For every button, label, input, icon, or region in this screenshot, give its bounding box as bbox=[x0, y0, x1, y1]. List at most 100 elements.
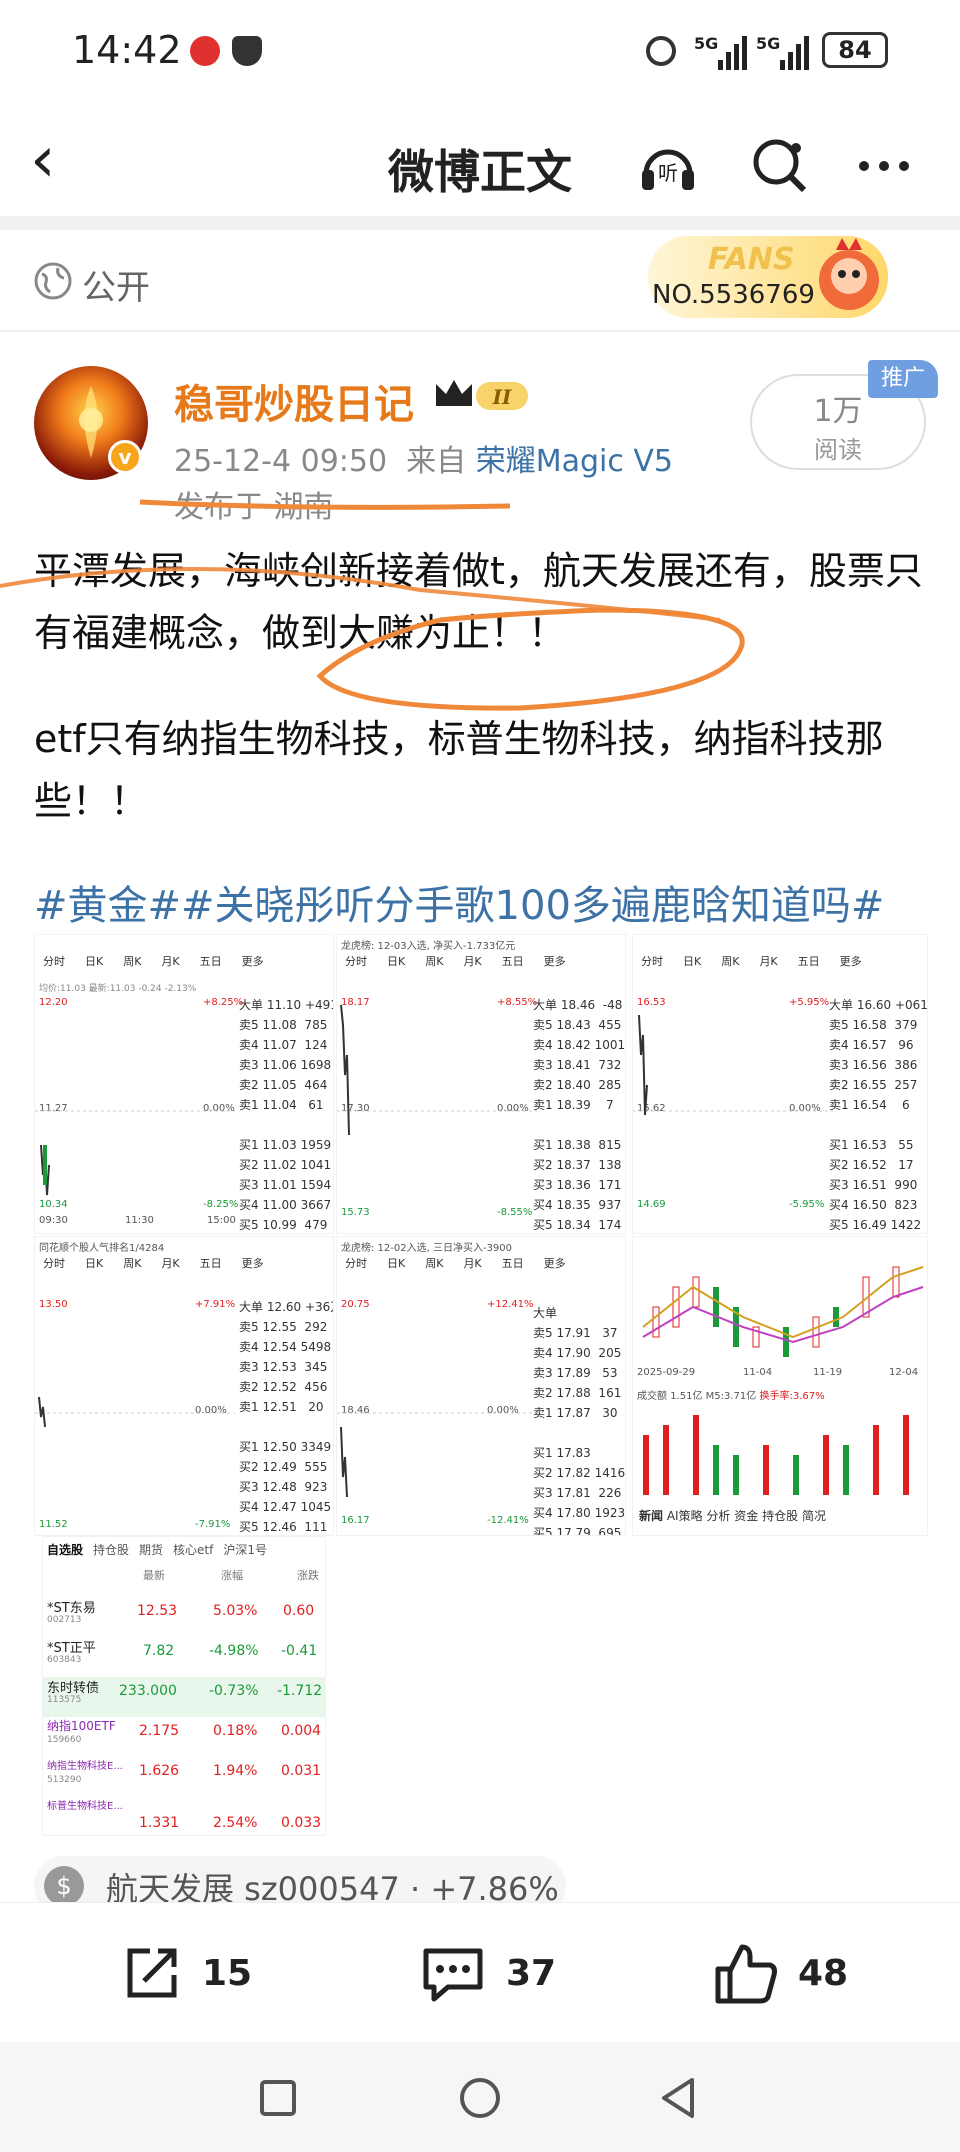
kline-chart bbox=[642, 1266, 924, 1357]
like-count: 48 bbox=[798, 1952, 849, 1994]
page-title: 微博正文 bbox=[388, 145, 572, 199]
chart-tabs: 分时 日K 周K 月K 五日 更多 bbox=[345, 1257, 566, 1270]
promo-tag[interactable]: 推广 bbox=[868, 360, 938, 398]
dragon-tiger-header: 龙虎榜: 12-02入选, 三日净买入-3900 bbox=[341, 1243, 513, 1254]
section-gap bbox=[0, 216, 960, 230]
date-1: 2025-09-29 bbox=[637, 1367, 696, 1378]
volume-legend: 成交额 1.51亿 M5:3.71亿 换手率:3.67% bbox=[637, 1391, 825, 1402]
comment-button[interactable]: 37 bbox=[418, 1941, 556, 2005]
table-row[interactable]: 纳指生物科技E... 513290 1.626 1.94% 0.031 bbox=[43, 1757, 325, 1797]
device-link[interactable]: 荣耀Magic V5 bbox=[476, 444, 673, 479]
visibility-label: 公开 bbox=[82, 268, 150, 308]
battery-indicator: 84 bbox=[822, 32, 888, 68]
dollar-icon: $ bbox=[44, 1866, 84, 1906]
level-crown-icon: II bbox=[432, 376, 532, 416]
watchlist-headers: 最新 涨幅 涨跌 bbox=[143, 1569, 319, 1582]
tab-funds: 资金 bbox=[734, 1509, 759, 1523]
watchlist-screenshot[interactable]: 自选股 持仓股 期货 核心etf 沪深1号 最新 涨幅 涨跌 *ST东易 002713 12.… bbox=[42, 1536, 326, 1836]
share-count: 15 bbox=[202, 1952, 253, 1994]
date-3: 11-19 bbox=[813, 1367, 843, 1378]
system-nav-bar bbox=[0, 2042, 960, 2152]
back-triangle-icon[interactable] bbox=[656, 2076, 700, 2120]
table-row[interactable]: 标普生物科技E... 1.331 2.54% 0.033 bbox=[43, 1797, 325, 1835]
recent-apps-icon[interactable] bbox=[258, 2078, 298, 2118]
stock-screenshot-6[interactable]: 2025-09-29 11-04 11-19 12-04 成交额 1.51亿 M… bbox=[632, 1236, 928, 1536]
reads-label: 阅读 bbox=[814, 436, 862, 464]
intraday-chart bbox=[633, 1014, 833, 1116]
top-nav: ‹ 微博正文 听 bbox=[0, 106, 960, 216]
search-icon[interactable] bbox=[748, 134, 812, 198]
alarm-icon bbox=[646, 36, 676, 66]
thumbs-up-icon bbox=[715, 1944, 777, 2004]
more-icon[interactable] bbox=[852, 134, 916, 198]
divider bbox=[0, 330, 960, 332]
order-book: 大单 18.46 -48 卖5 18.43 455 卖4 18.42 1001 … bbox=[533, 998, 626, 1232]
clock: 14:42 bbox=[72, 28, 182, 72]
app-notification-icon bbox=[190, 36, 220, 66]
intraday-chart bbox=[337, 1412, 537, 1498]
tab-news: 新闻 bbox=[639, 1509, 664, 1523]
time-mid: 11:30 bbox=[125, 1215, 154, 1226]
fans-title: FANS bbox=[708, 242, 795, 277]
level-text: II bbox=[492, 385, 512, 409]
order-book: 大单 11.10 +491 卖5 11.08 785 卖4 11.07 124 … bbox=[239, 998, 333, 1232]
tab-more: 更多 bbox=[241, 955, 264, 968]
intraday-chart bbox=[35, 1396, 235, 1428]
stock-screenshot-4[interactable]: 同花顺个股人气排名1/4284 分时 日K 周K 月K 五日 更多 13.50 +7.91… bbox=[34, 1236, 334, 1536]
pct-bottom: -7.91% bbox=[195, 1519, 231, 1530]
comment-icon bbox=[423, 1948, 483, 2002]
intraday-chart bbox=[35, 1110, 235, 1196]
chart-tabs: 分时 日K 周K 月K 五日 更多 bbox=[345, 955, 566, 968]
chart-tabs: 分时 日K 周K 月K 五日 更多 bbox=[43, 1257, 264, 1270]
verified-badge-icon: v bbox=[108, 440, 142, 474]
time-start: 09:30 bbox=[39, 1215, 68, 1226]
intraday-chart bbox=[337, 1004, 537, 1136]
time-end: 15:00 bbox=[207, 1215, 236, 1226]
comment-count: 37 bbox=[506, 1952, 557, 1994]
hashtag-link[interactable]: #黄金##关晓彤听分手歌100多遍鹿晗知道吗# bbox=[34, 876, 884, 936]
date-4: 12-04 bbox=[889, 1367, 919, 1378]
table-row[interactable]: *ST东易 002713 12.53 5.03% 0.60 bbox=[43, 1597, 325, 1637]
signal-label-1: 5G bbox=[694, 34, 719, 53]
date-2: 11-04 bbox=[743, 1367, 773, 1378]
svg-text:听: 听 bbox=[658, 161, 678, 185]
tab-ai: AI策略 bbox=[666, 1509, 703, 1523]
chart-tabs: 分时 日K 周K 月K 五日 更多 bbox=[641, 955, 862, 968]
action-bar: 15 37 48 bbox=[0, 1902, 960, 2042]
stock-screenshot-2[interactable]: 龙虎榜: 12-03入选, 净买入-1.733亿元 分时 日K 周K 月K 五日 更多 1… bbox=[336, 934, 626, 1234]
volume-chart bbox=[643, 1415, 909, 1495]
table-row[interactable]: 纳指100ETF 159660 2.175 0.18% 0.004 bbox=[43, 1717, 325, 1757]
quote-header: 均价:11.03 最新:11.03 -0.24 -2.13% bbox=[39, 984, 197, 994]
tab-analysis: 分析 bbox=[706, 1509, 731, 1523]
order-book: 大单 16.60 +061 卖5 16.58 379 卖4 16.57 96 卖… bbox=[829, 998, 928, 1232]
signal-label-2: 5G bbox=[756, 34, 781, 53]
stock-screenshot-5[interactable]: 龙虎榜: 12-02入选, 三日净买入-3900 分时 日K 周K 月K 五日 更多 20… bbox=[336, 1236, 626, 1536]
status-bar: 14:42 5G 5G 84 bbox=[0, 0, 960, 106]
fans-number: NO.5536769 bbox=[652, 280, 815, 310]
share-button[interactable]: 15 bbox=[120, 1941, 252, 2005]
tab-month: 月K bbox=[161, 955, 180, 968]
stock-screenshot-1[interactable]: 分时 日K 周K 月K 五日 更多 均价:11.03 最新:11.03 -0.24 -2.… bbox=[34, 934, 334, 1234]
tab-day: 日K bbox=[85, 955, 104, 968]
chart-tabs: 分时 日K 周K 月K 五日 更多 bbox=[35, 953, 333, 977]
post-paragraph-1: 平潭发展，海峡创新接着做t，航天发展还有，股票只有福建概念，做到大赚为止！！ bbox=[34, 549, 923, 655]
stock-detail-tabs: 新闻 AI策略 分析 资金 持仓股 简况 bbox=[633, 1507, 927, 1535]
post-location: 发布于 湖南 bbox=[174, 490, 334, 525]
tab-holdings: 持仓股 bbox=[762, 1509, 799, 1523]
dragon-tiger-header: 龙虎榜: 12-03入选, 净买入-1.733亿元 bbox=[341, 941, 516, 952]
listen-icon[interactable]: 听 bbox=[636, 134, 700, 198]
stock-screenshot-3[interactable]: 分时 日K 周K 月K 五日 更多 16.53 +5.95% 15.62 0.00% 14… bbox=[632, 934, 928, 1234]
watchlist-tabs: 自选股 持仓股 期货 核心etf 沪深1号 bbox=[47, 1543, 268, 1557]
shield-icon bbox=[232, 36, 262, 66]
table-row[interactable]: *ST正平 603843 7.82 -4.98% -0.41 bbox=[43, 1637, 325, 1677]
like-button[interactable]: 48 bbox=[712, 1941, 848, 2005]
post-time: 25-12-4 09:50 bbox=[174, 444, 388, 479]
author-name[interactable]: 稳哥炒股日记 bbox=[174, 372, 414, 430]
home-icon[interactable] bbox=[458, 2076, 502, 2120]
globe-icon bbox=[34, 262, 72, 300]
tab-5day: 五日 bbox=[199, 955, 222, 968]
post-meta: 25-12-4 09:50 来自 荣耀Magic V5 bbox=[174, 436, 673, 480]
fans-badge[interactable]: FANS NO.5536769 bbox=[648, 236, 888, 318]
table-row[interactable]: 东时转债 113575 233.000 -0.73% -1.712 bbox=[43, 1677, 325, 1717]
popularity-rank: 同花顺个股人气排名1/4284 bbox=[39, 1243, 165, 1254]
